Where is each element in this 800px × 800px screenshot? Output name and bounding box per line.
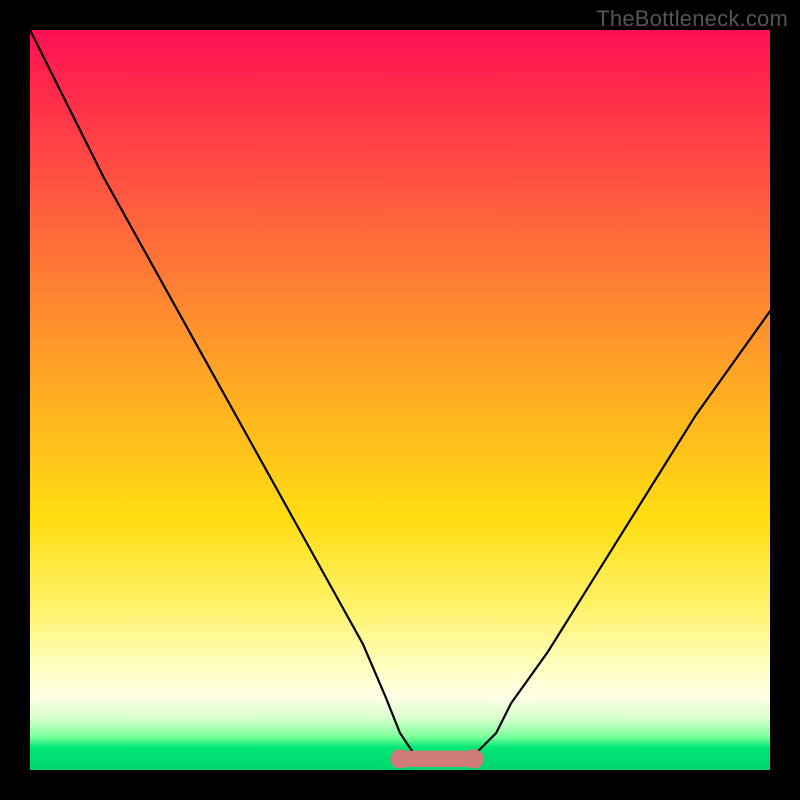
trough-knob-right xyxy=(464,749,483,768)
chart-svg xyxy=(30,30,770,770)
watermark-text: TheBottleneck.com xyxy=(596,6,788,32)
chart-frame: TheBottleneck.com xyxy=(0,0,800,800)
bottleneck-curve-line xyxy=(30,30,770,763)
trough-knob-left xyxy=(390,749,409,768)
chart-plot-area xyxy=(30,30,770,770)
